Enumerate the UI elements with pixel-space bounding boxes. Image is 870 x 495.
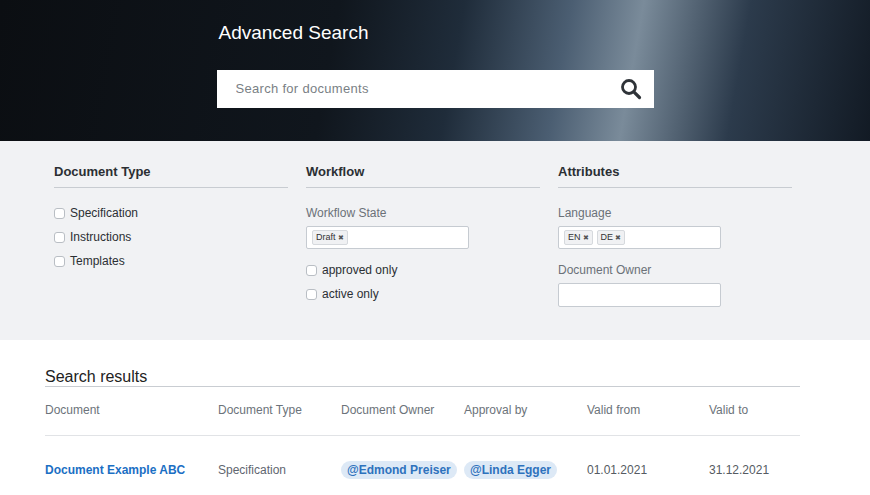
column-header[interactable]: Document Owner xyxy=(341,403,464,417)
option-label: Instructions xyxy=(70,229,131,245)
remove-icon[interactable]: ✖ xyxy=(615,234,621,241)
table-cell: @Edmond Preiser xyxy=(341,461,464,479)
checkbox[interactable] xyxy=(306,265,317,276)
filter-tag: DE✖ xyxy=(597,230,626,245)
search-bar xyxy=(217,70,654,108)
checkbox-option[interactable]: active only xyxy=(306,286,540,302)
workflow-state-field[interactable]: Draft✖ xyxy=(306,226,469,249)
filter-heading: Document Type xyxy=(54,164,288,188)
checkbox[interactable] xyxy=(54,232,65,243)
user-tag[interactable]: @Linda Egger xyxy=(464,461,557,479)
user-tag[interactable]: @Edmond Preiser xyxy=(341,461,457,479)
document-owner-input[interactable] xyxy=(558,283,721,307)
search-input[interactable] xyxy=(234,78,620,100)
field-label: Workflow State xyxy=(306,205,540,221)
table-row[interactable]: Document Example ABC Specification @Edmond… xyxy=(45,436,800,489)
option-label: approved only xyxy=(322,262,397,278)
hero-photo: Advanced Search xyxy=(0,0,870,141)
column-header[interactable]: Approval by xyxy=(464,403,587,417)
document-type-filter: Document Type Specification Instructions T… xyxy=(54,164,288,307)
checkbox-option[interactable]: approved only xyxy=(306,262,540,278)
option-label: Specification xyxy=(70,205,138,221)
column-header[interactable]: Valid from xyxy=(587,403,709,417)
checkbox[interactable] xyxy=(54,256,65,267)
cell-text: 01.01.2021 xyxy=(587,463,647,477)
field-label: Language xyxy=(558,205,792,221)
tag-label: DE xyxy=(601,232,614,242)
table-cell: Specification xyxy=(218,462,341,478)
attributes-filter: Attributes Language EN✖DE✖ Document Owne… xyxy=(558,164,792,307)
checkbox[interactable] xyxy=(54,208,65,219)
filter-heading: Workflow xyxy=(306,164,540,188)
workflow-filter: Workflow Workflow State Draft✖ approved … xyxy=(306,164,540,307)
filter-heading: Attributes xyxy=(558,164,792,188)
option-label: Templates xyxy=(70,253,125,269)
filter-tag: EN✖ xyxy=(564,230,593,245)
filter-panel: Document Type Specification Instructions T… xyxy=(0,141,870,340)
table-cell: 31.12.2021 xyxy=(709,462,800,478)
results-section: Search results DocumentDocument TypeDocu… xyxy=(0,340,870,489)
remove-icon[interactable]: ✖ xyxy=(338,234,344,241)
document-link[interactable]: Document Example ABC xyxy=(45,463,185,477)
table-cell: @Linda Egger xyxy=(464,461,587,479)
cell-text: Specification xyxy=(218,463,286,477)
checkbox-option[interactable]: Instructions xyxy=(54,229,288,245)
search-icon[interactable] xyxy=(620,78,642,100)
column-header[interactable]: Document xyxy=(45,403,218,417)
table-cell: Document Example ABC xyxy=(45,462,218,478)
field-label: Document Owner xyxy=(558,262,792,278)
language-field[interactable]: EN✖DE✖ xyxy=(558,226,721,249)
checkbox-option[interactable]: Specification xyxy=(54,205,288,221)
page-title: Advanced Search xyxy=(219,21,654,45)
checkbox-option[interactable]: Templates xyxy=(54,253,288,269)
results-title: Search results xyxy=(45,368,800,387)
checkbox[interactable] xyxy=(306,289,317,300)
tag-label: Draft xyxy=(316,232,336,242)
remove-icon[interactable]: ✖ xyxy=(583,234,589,241)
cell-text: 31.12.2021 xyxy=(709,463,769,477)
tag-label: EN xyxy=(568,232,581,242)
table-cell: 01.01.2021 xyxy=(587,462,709,478)
column-header[interactable]: Document Type xyxy=(218,403,341,417)
table-header: DocumentDocument TypeDocument OwnerAppro… xyxy=(45,387,800,436)
filter-tag: Draft✖ xyxy=(312,230,348,245)
column-header[interactable]: Valid to xyxy=(709,403,800,417)
option-label: active only xyxy=(322,286,379,302)
